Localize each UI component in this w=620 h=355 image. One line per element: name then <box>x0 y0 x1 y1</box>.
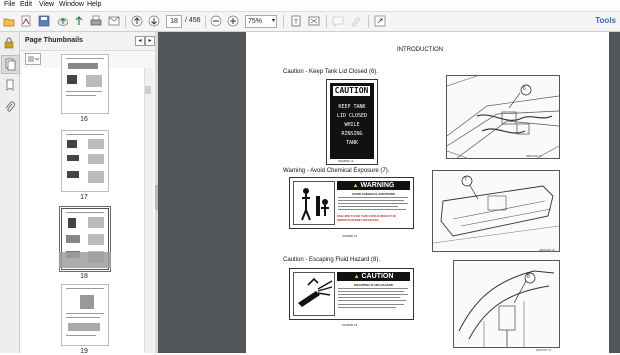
toolbar: 18 / 456 75% ▾ Tools <box>0 12 620 32</box>
previous-page-icon[interactable] <box>131 15 143 27</box>
hazard-pictogram <box>293 181 335 225</box>
section-title: Warning - Avoid Chemical Exposure (7). <box>283 168 390 174</box>
decal-caption: SD0B00 16 <box>342 323 358 327</box>
thumbnail-label: 16 <box>80 116 88 123</box>
menu-window[interactable]: Window <box>59 1 84 8</box>
zoom-in-icon[interactable] <box>227 15 239 27</box>
page-count: / 456 <box>185 17 201 24</box>
fit-width-icon[interactable] <box>308 15 320 27</box>
thumbnail-scrollbar[interactable] <box>144 68 153 353</box>
zoom-select[interactable]: 75% ▾ <box>245 15 277 28</box>
section-title: Caution - Escaping Fluid Hazard (8). <box>283 257 381 263</box>
expand-panel-icon[interactable]: ▸ <box>145 36 155 46</box>
highlight-icon[interactable] <box>350 15 362 27</box>
open-folder-icon[interactable] <box>3 15 15 27</box>
panel-header: Page Thumbnails ◂ ▸ <box>20 32 155 51</box>
attachments-icon[interactable] <box>4 101 16 113</box>
lock-icon[interactable] <box>3 37 15 49</box>
comment-icon[interactable] <box>332 15 344 27</box>
thumbnail-page-16[interactable] <box>61 54 109 114</box>
chevron-down-icon: ▾ <box>271 18 275 24</box>
thumbnail-label: 18 <box>80 273 88 280</box>
section-title: Caution - Keep Tank Lid Closed (6). <box>283 69 378 75</box>
decal-subheading: AVOID CHEMICAL EXPOSURE <box>351 192 396 196</box>
callout-label: 8 <box>527 274 530 280</box>
decal-warning-text: FAILURE TO DO THIS COULD RESULT IN SERIO… <box>337 214 396 222</box>
thumbnail-list: 16 17 18 19 <box>22 54 153 355</box>
options-menu-icon[interactable] <box>25 53 41 65</box>
toolbar-divider <box>326 15 327 28</box>
toolbar-divider <box>368 15 369 28</box>
warning-triangle-icon: ▲ <box>353 274 360 280</box>
decal-header-bar: ▲ WARNING <box>337 181 410 190</box>
menu-help[interactable]: Help <box>87 1 101 8</box>
page-number-input[interactable]: 18 <box>166 15 182 28</box>
fluid-hazard-pictogram <box>293 272 335 316</box>
page-thumbnails-icon[interactable] <box>1 55 20 74</box>
create-pdf-icon[interactable] <box>20 15 32 27</box>
menu-edit[interactable]: Edit <box>20 1 32 8</box>
expand-icon[interactable] <box>374 15 386 27</box>
upload-icon[interactable] <box>73 15 85 27</box>
decal-caption: SD0B00 14 <box>342 234 358 238</box>
bookmarks-icon[interactable] <box>4 79 16 91</box>
collapse-panel-icon[interactable]: ◂ <box>135 36 145 46</box>
zoom-out-icon[interactable] <box>210 15 222 27</box>
save-icon[interactable] <box>38 15 50 27</box>
warning-triangle-icon: ▲ <box>352 183 359 189</box>
thumbnail-page-17[interactable] <box>61 130 109 192</box>
fit-page-icon[interactable] <box>290 15 302 27</box>
callout-label: 7 <box>464 177 467 183</box>
print-icon[interactable] <box>90 15 102 27</box>
thumbnail-page-19[interactable] <box>61 284 109 346</box>
document-page: INTRODUCTION Caution - Keep Tank Lid Clo… <box>246 32 609 353</box>
toolbar-divider <box>205 15 206 28</box>
page-heading: INTRODUCTION <box>397 47 443 53</box>
decal-header: CAUTION <box>333 86 370 96</box>
equipment-photo-7: 7 <box>432 170 560 252</box>
menu-file[interactable]: File <box>4 1 15 8</box>
equipment-photo-6: 6 <box>446 75 560 159</box>
visible-area-indicator[interactable] <box>59 252 111 268</box>
cloud-share-icon[interactable] <box>56 15 68 27</box>
photo-caption: SD0C04 13 <box>526 154 542 158</box>
scrollbar-thumb[interactable] <box>145 86 151 94</box>
thumbnail-label: 19 <box>80 348 88 355</box>
tools-button[interactable]: Tools <box>595 16 616 25</box>
panel-title: Page Thumbnails <box>25 37 83 44</box>
menu-view[interactable]: View <box>39 1 54 8</box>
equipment-photo-8: 8 <box>453 260 560 348</box>
warning-decal: ▲ WARNING AVOID CHEMICAL EXPOSURE FAILUR… <box>289 177 414 229</box>
decal-text: KEEP TANK LID CLOSED WHILE RINSING TANK <box>336 104 368 146</box>
decal-header-bar: ▲ CAUTION <box>337 272 410 281</box>
email-icon[interactable] <box>108 15 120 27</box>
thumbnail-label: 17 <box>80 194 88 201</box>
caution-fluid-decal: ▲ CAUTION ESCAPING FLUID HAZARD <box>289 268 414 320</box>
menu-bar: File Edit View Window Help <box>0 0 620 12</box>
photo-caption: SD0C05 15 <box>539 248 555 252</box>
photo-caption: SD0C07 17 <box>536 348 552 352</box>
caution-decal: CAUTION KEEP TANK LID CLOSED WHILE RINSI… <box>326 79 378 165</box>
decal-subheading: ESCAPING FLUID HAZARD <box>354 283 393 287</box>
zoom-value: 75% <box>248 18 263 25</box>
navigation-pane-bar <box>0 32 20 353</box>
decal-body: CAUTION KEEP TANK LID CLOSED WHILE RINSI… <box>330 83 374 159</box>
toolbar-divider <box>125 15 126 28</box>
callout-label: 6 <box>523 86 526 92</box>
decal-caption: SD0B00 13 <box>338 159 354 163</box>
next-page-icon[interactable] <box>148 15 160 27</box>
toolbar-divider <box>283 15 284 28</box>
